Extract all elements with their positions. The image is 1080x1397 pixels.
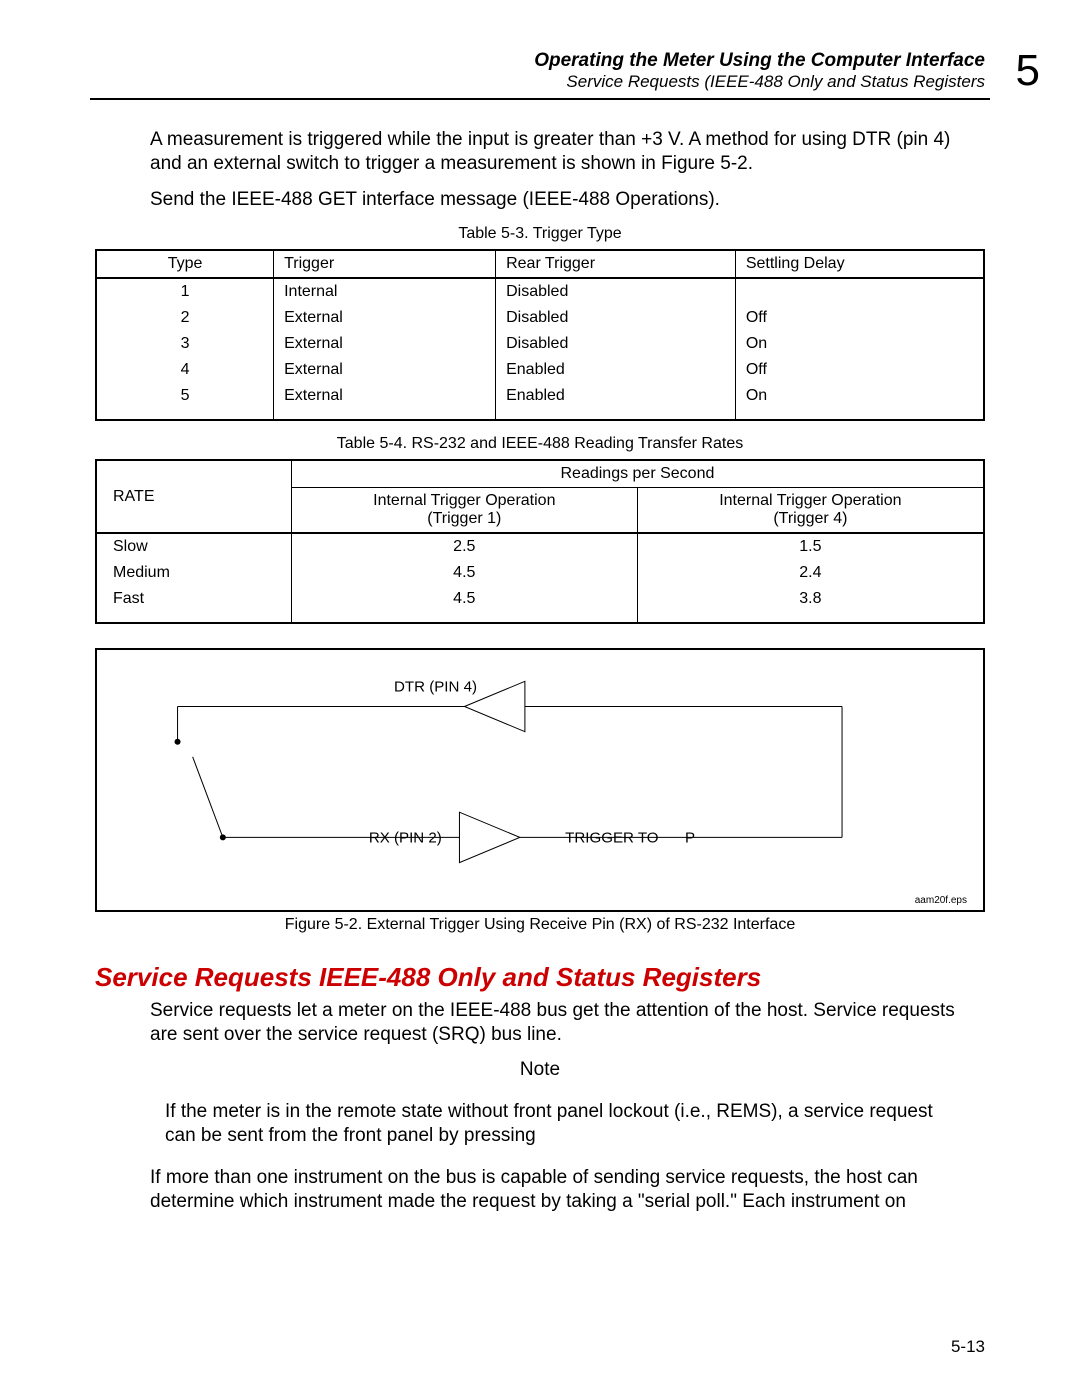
figure-caption: Figure 5-2. External Trigger Using Recei… <box>95 916 985 934</box>
table-row: 4 External Enabled Off <box>96 357 984 383</box>
table-row: Medium 4.5 2.4 <box>96 560 984 586</box>
note-text: If the meter is in the remote state with… <box>165 1100 945 1148</box>
table2-caption: Table 5-4. RS-232 and IEEE-488 Reading T… <box>95 435 985 453</box>
section-heading: Service Requests IEEE-488 Only and Statu… <box>95 962 985 993</box>
th-trigger1: Internal Trigger Operation (Trigger 1) <box>291 488 637 534</box>
chapter-number: 5 <box>1016 46 1040 96</box>
th-trigger: Trigger <box>274 250 496 278</box>
table-row: 5 External Enabled On <box>96 383 984 420</box>
figure-eps-label: aam20f.eps <box>915 895 967 906</box>
table-row: 3 External Disabled On <box>96 331 984 357</box>
header-subtitle: Service Requests (IEEE-488 Only and Stat… <box>95 72 985 92</box>
th-readings-per-second: Readings per Second <box>291 460 984 488</box>
table1-caption: Table 5-3. Trigger Type <box>95 225 985 243</box>
label-rx: RX (PIN 2) <box>369 830 442 847</box>
paragraph-1: A measurement is triggered while the inp… <box>150 128 985 176</box>
table-row: Fast 4.5 3.8 <box>96 586 984 623</box>
paragraph-5: If more than one instrument on the bus i… <box>150 1166 985 1214</box>
th-trigger4: Internal Trigger Operation (Trigger 4) <box>637 488 984 534</box>
label-trigger: TRIGGER TO <box>565 830 659 847</box>
table-row: Slow 2.5 1.5 <box>96 533 984 560</box>
label-trigger-suffix: P <box>685 830 695 847</box>
header-rule <box>90 98 990 100</box>
paragraph-3: Service requests let a meter on the IEEE… <box>150 999 985 1047</box>
running-header: Operating the Meter Using the Computer I… <box>95 50 985 92</box>
th-settling-delay: Settling Delay <box>735 250 984 278</box>
table-transfer-rates: RATE Readings per Second Internal Trigge… <box>95 459 985 624</box>
figure-5-2: DTR (PIN 4) RX (PIN 2) TRIGGER TO P aam2… <box>95 648 985 912</box>
th-rear-trigger: Rear Trigger <box>496 250 736 278</box>
circuit-diagram-svg: DTR (PIN 4) RX (PIN 2) TRIGGER TO P <box>97 650 983 910</box>
th-rate: RATE <box>96 460 291 533</box>
buffer-icon <box>459 812 519 862</box>
table-row: 2 External Disabled Off <box>96 305 984 331</box>
th-type: Type <box>96 250 274 278</box>
table-trigger-type: Type Trigger Rear Trigger Settling Delay… <box>95 249 985 421</box>
page-number: 5-13 <box>951 1337 985 1357</box>
table-header-row: RATE Readings per Second <box>96 460 984 488</box>
table-row: 1 Internal Disabled <box>96 278 984 305</box>
note-label: Note <box>95 1059 985 1081</box>
page: Operating the Meter Using the Computer I… <box>0 0 1080 1397</box>
paragraph-2: Send the IEEE-488 GET interface message … <box>150 188 985 212</box>
header-title: Operating the Meter Using the Computer I… <box>534 50 985 72</box>
label-dtr: DTR (PIN 4) <box>394 679 477 696</box>
table-header-row: Type Trigger Rear Trigger Settling Delay <box>96 250 984 278</box>
